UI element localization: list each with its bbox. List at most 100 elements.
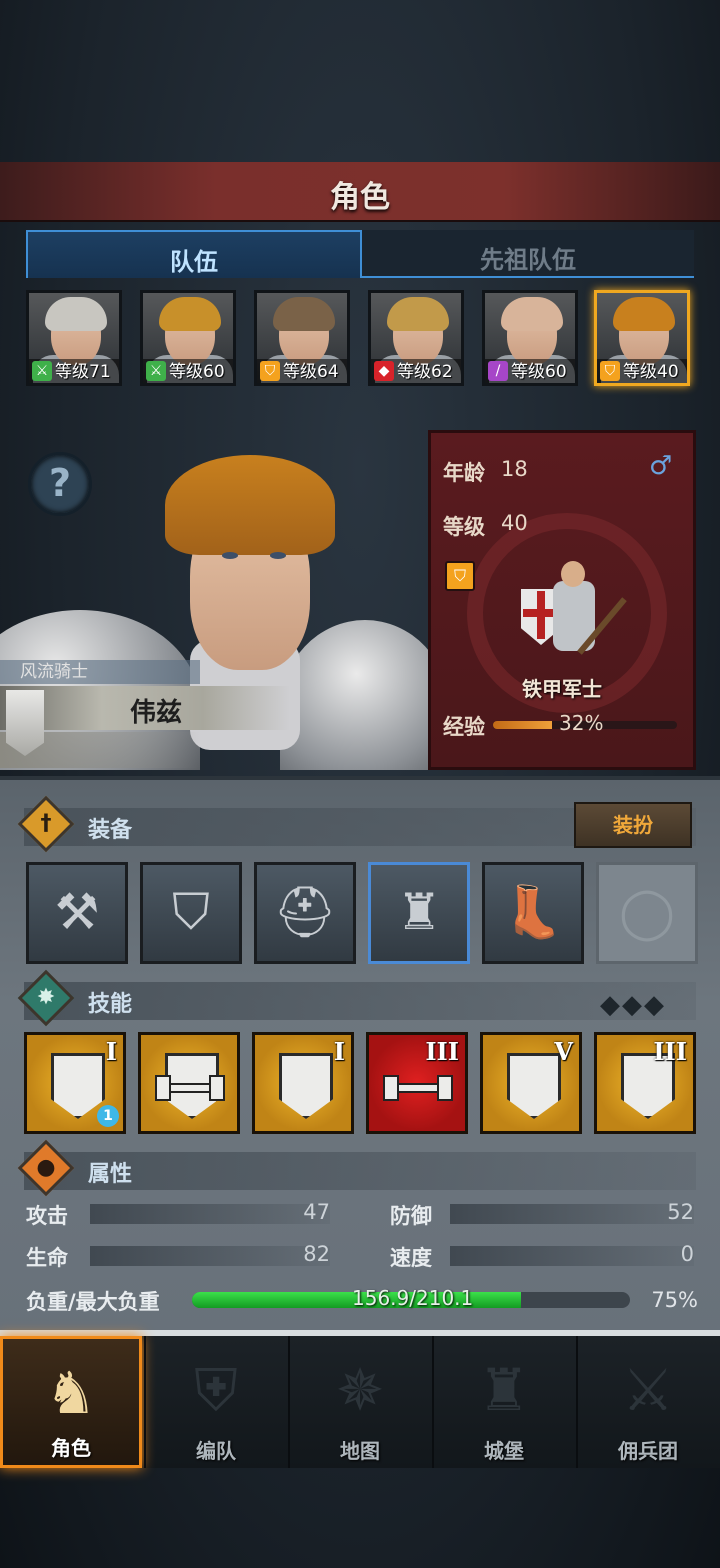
team-member-level: 等级60 <box>169 362 225 382</box>
kite-shield-icon: ⛉ <box>172 883 210 941</box>
skill-tier: III <box>425 1037 459 1066</box>
nav-item[interactable]: ♞ 角色 <box>0 1336 142 1468</box>
skill-tier: V <box>554 1037 573 1066</box>
team-member-portrait[interactable]: ⛉ 等级64 <box>254 290 350 386</box>
skill-slot[interactable]: I1 <box>24 1032 126 1134</box>
exp-percent: 32% <box>559 711 604 735</box>
team-member-portrait[interactable]: ◆ 等级62 <box>368 290 464 386</box>
class-shield-icon: ⛉ <box>445 561 475 591</box>
team-member-portrait[interactable]: ⚔ 等级71 <box>26 290 122 386</box>
crossed-swords-icon: ⚔ <box>146 361 166 381</box>
nav-icon: ✵ <box>335 1356 385 1424</box>
tab-team-label: 队伍 <box>170 248 218 276</box>
unit-class-name: 铁甲军士 <box>522 677 602 701</box>
team-member-portrait[interactable]: ⚔ 等级60 <box>140 290 236 386</box>
outfit-button[interactable]: 装扮 <box>574 802 692 848</box>
team-member-level: 等级60 <box>511 362 567 382</box>
load-percent: 75% <box>651 1288 698 1312</box>
shield-icon: ⛉ <box>260 361 280 381</box>
title-bar: 角色 <box>0 162 720 222</box>
staff-icon: / <box>488 361 508 381</box>
nav-icon: ⚔ <box>622 1356 674 1424</box>
attributes-title: 属性 <box>88 1162 133 1187</box>
ring-empty-icon: ◯ <box>619 883 675 941</box>
load-value: 156.9/210.1 <box>352 1286 474 1310</box>
wolf-icon: ◆ <box>374 361 394 381</box>
age-value: 18 <box>501 457 528 481</box>
shield-icon <box>507 1053 561 1119</box>
team-member-level: 等级40 <box>623 362 679 382</box>
equipment-slot-greaves[interactable]: 👢 <box>482 862 584 964</box>
skill-slot[interactable]: III <box>366 1032 468 1134</box>
team-member-portrait[interactable]: ⛉ 等级40 <box>594 290 690 386</box>
skill-slot[interactable] <box>138 1032 240 1134</box>
page-title: 角色 <box>330 180 390 215</box>
speed-label: 速度 <box>390 1246 432 1270</box>
shield-icon <box>279 1053 333 1119</box>
skills-title: 技能 <box>88 992 133 1017</box>
male-icon: ♂ <box>649 451 673 481</box>
crossed-swords-icon: ⚔ <box>32 361 52 381</box>
nav-icon: ♜ <box>478 1356 530 1424</box>
great-helm-icon: ⛑ <box>273 883 337 941</box>
equipment-slot-kite-shield[interactable]: ⛉ <box>140 862 242 964</box>
nav-icon: ⛨ <box>194 1356 238 1424</box>
greaves-icon: 👢 <box>501 883 565 941</box>
skill-tier: I <box>333 1037 345 1066</box>
tab-ancestor-team-label: 先祖队伍 <box>480 246 576 274</box>
nav-label: 城堡 <box>484 1439 524 1463</box>
nav-item[interactable]: ✵ 地图 <box>288 1336 430 1468</box>
load-label: 负重/最大负重 <box>26 1290 160 1314</box>
bottom-nav: ♞ 角色 ⛨ 编队 ✵ 地图 ♜ 城堡 ⚔ 佣兵团 <box>0 1330 720 1468</box>
skill-slot[interactable]: V <box>480 1032 582 1134</box>
exp-label: 经验 <box>443 715 485 739</box>
hp-value: 82 <box>303 1242 330 1266</box>
attack-value: 47 <box>303 1200 330 1224</box>
exp-bar-fill <box>493 721 552 729</box>
war-hammer-icon: ⚒ <box>54 883 100 941</box>
equipment-slot-plate-armor[interactable]: ♜ <box>368 862 470 964</box>
level-label: 等级 <box>443 515 485 539</box>
hp-label: 生命 <box>26 1246 68 1270</box>
skill-tier: I <box>105 1037 117 1066</box>
defense-value: 52 <box>667 1200 694 1224</box>
shield-icon: ⛉ <box>600 361 620 381</box>
attack-label: 攻击 <box>26 1204 68 1228</box>
team-member-level: 等级64 <box>283 362 339 382</box>
hero-info-panel: 年龄 18 ♂ 等级 40 ⛉ 铁甲军士 经验 32% <box>428 430 696 770</box>
equipment-slot-great-helm[interactable]: ⛑ <box>254 862 356 964</box>
banner-shield-icon <box>6 690 44 756</box>
age-label: 年龄 <box>443 461 485 485</box>
nav-icon: ♞ <box>45 1359 97 1427</box>
skill-sub-level: 1 <box>97 1105 119 1127</box>
shield-icon <box>51 1053 105 1119</box>
plate-armor-icon: ♜ <box>396 883 442 941</box>
skill-tier: III <box>653 1037 687 1066</box>
skill-slots-diamond-icon: ◆◆◆ <box>600 990 666 1020</box>
hero-class-title: 风流骑士 <box>0 660 200 684</box>
tab-ancestor-team[interactable]: 先祖队伍 <box>362 230 694 278</box>
nav-label: 角色 <box>51 1436 91 1460</box>
dumbbell-icon <box>383 1075 453 1101</box>
team-member-level: 等级62 <box>397 362 453 382</box>
defense-label: 防御 <box>390 1204 432 1228</box>
team-member-portrait[interactable]: / 等级60 <box>482 290 578 386</box>
speed-value: 0 <box>680 1242 694 1266</box>
nav-item[interactable]: ♜ 城堡 <box>432 1336 574 1468</box>
tab-team[interactable]: 队伍 <box>26 230 362 278</box>
skill-slot[interactable]: I <box>252 1032 354 1134</box>
nav-label: 佣兵团 <box>618 1439 678 1463</box>
equipment-title: 装备 <box>88 818 133 843</box>
nav-label: 编队 <box>196 1439 236 1463</box>
skill-slot[interactable]: III <box>594 1032 696 1134</box>
hero-name: 伟兹 <box>130 698 183 728</box>
nav-item[interactable]: ⛨ 编队 <box>144 1336 286 1468</box>
equipment-slot-war-hammer[interactable]: ⚒ <box>26 862 128 964</box>
level-value: 40 <box>501 511 528 535</box>
nav-item[interactable]: ⚔ 佣兵团 <box>576 1336 718 1468</box>
nav-label: 地图 <box>340 1439 380 1463</box>
team-member-level: 等级71 <box>55 362 111 382</box>
dumbbell-icon <box>155 1075 225 1101</box>
unit-figure <box>513 561 633 671</box>
equipment-slot-ring-empty[interactable]: ◯ <box>596 862 698 964</box>
